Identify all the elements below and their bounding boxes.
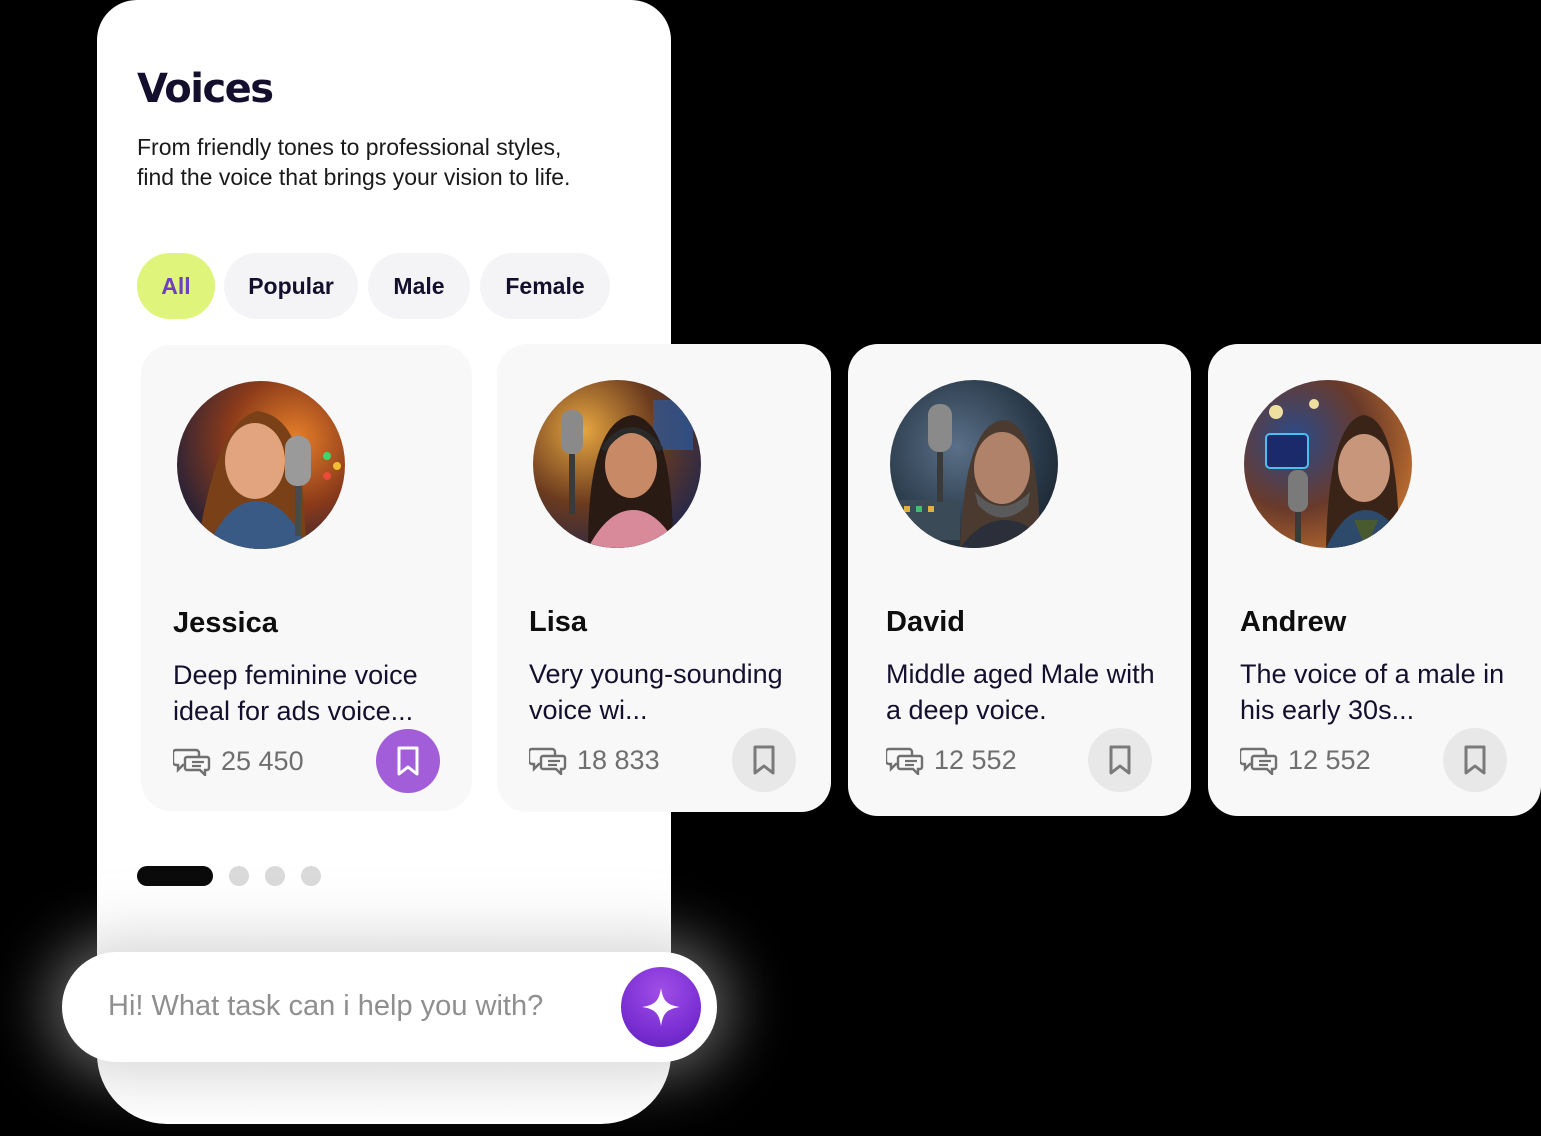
chat-bubbles-icon <box>173 746 211 776</box>
chat-bubbles-icon <box>1240 745 1278 775</box>
voice-card[interactable]: Andrew The voice of a male in his early … <box>1208 344 1541 816</box>
voice-stats: 12 552 <box>1240 742 1371 778</box>
filter-chip-female[interactable]: Female <box>480 253 610 319</box>
bookmark-button[interactable] <box>376 729 440 793</box>
usage-count: 25 450 <box>221 745 304 776</box>
voice-stats: 25 450 <box>173 743 304 779</box>
bookmark-icon <box>1106 744 1134 776</box>
voice-stats: 12 552 <box>886 742 1017 778</box>
voice-name: Lisa <box>529 606 588 638</box>
bookmark-icon <box>1461 744 1489 776</box>
avatar <box>177 381 345 549</box>
voice-name: Jessica <box>173 607 278 639</box>
voice-description: The voice of a male in his early 30s... <box>1240 659 1505 725</box>
bookmark-icon <box>750 744 778 776</box>
voice-name: Andrew <box>1240 606 1347 638</box>
chat-bubbles-icon <box>529 745 567 775</box>
filter-chip-male[interactable]: Male <box>368 253 470 319</box>
chat-input[interactable] <box>108 986 628 1026</box>
usage-count: 12 552 <box>1288 744 1371 775</box>
avatar <box>1244 380 1412 548</box>
bookmark-button[interactable] <box>1088 728 1152 792</box>
chat-bar <box>62 952 717 1062</box>
filter-chip-all[interactable]: All <box>137 253 215 319</box>
voice-card[interactable]: David Middle aged Male with a deep voice… <box>848 344 1191 816</box>
voice-card[interactable]: Lisa Very young-sounding voice wi... 18 … <box>497 344 831 812</box>
avatar <box>533 380 701 548</box>
pagination-dot-active[interactable] <box>137 866 213 886</box>
sparkle-icon <box>639 985 683 1029</box>
page-subtitle: From friendly tones to professional styl… <box>137 134 571 190</box>
usage-count: 12 552 <box>934 744 1017 775</box>
chat-bubbles-icon <box>886 745 924 775</box>
page-title: Voices <box>137 66 274 112</box>
pagination-dot[interactable] <box>229 866 249 886</box>
pagination-dot[interactable] <box>301 866 321 886</box>
usage-count: 18 833 <box>577 744 660 775</box>
voice-description: Middle aged Male with a deep voice. <box>886 659 1155 725</box>
voice-stats: 18 833 <box>529 742 660 778</box>
voice-card[interactable]: Jessica Deep feminine voice ideal for ad… <box>141 345 472 811</box>
bookmark-button[interactable] <box>1443 728 1507 792</box>
bookmark-icon <box>394 745 422 777</box>
voice-name: David <box>886 606 965 638</box>
voice-description: Deep feminine voice ideal for ads voice.… <box>173 660 418 726</box>
stage: Voices From friendly tones to profession… <box>0 0 1541 1136</box>
avatar <box>890 380 1058 548</box>
ai-assistant-button[interactable] <box>621 967 701 1047</box>
pagination-dot[interactable] <box>265 866 285 886</box>
bookmark-button[interactable] <box>732 728 796 792</box>
filter-chip-popular[interactable]: Popular <box>224 253 358 319</box>
voice-description: Very young-sounding voice wi... <box>529 659 783 725</box>
